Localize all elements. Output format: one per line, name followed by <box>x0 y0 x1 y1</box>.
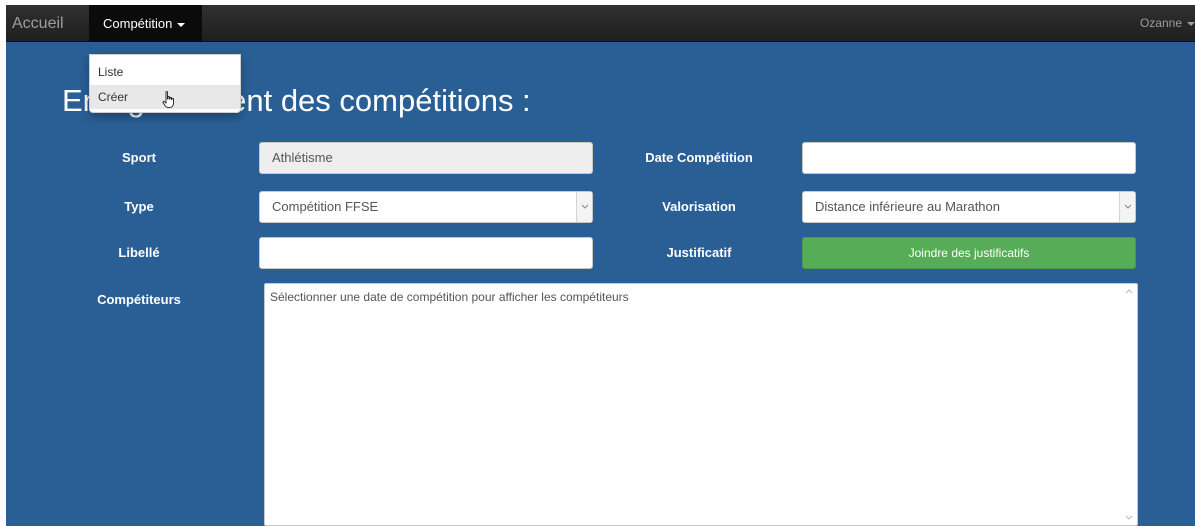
navbar: Accueil Compétition Ozanne <box>6 5 1195 42</box>
libelle-input[interactable] <box>259 237 593 269</box>
app-window: Accueil Compétition Ozanne Enregistremen… <box>6 5 1195 526</box>
competiteurs-placeholder: Sélectionner une date de compétition pou… <box>270 290 629 304</box>
type-label: Type <box>124 199 154 214</box>
user-menu[interactable]: Ozanne <box>1140 5 1195 42</box>
user-name: Ozanne <box>1139 16 1182 30</box>
scroll-up-icon[interactable] <box>1125 289 1133 294</box>
dropdown-item-creer[interactable]: Créer <box>90 85 240 109</box>
hand-cursor-icon <box>162 91 174 108</box>
competiteurs-label: Compétiteurs <box>97 292 181 307</box>
dropdown-item-liste[interactable]: Liste <box>90 60 240 84</box>
nav-competition-menu[interactable]: Compétition <box>89 5 202 42</box>
date-competition-input[interactable] <box>802 142 1136 174</box>
caret-down-icon <box>177 22 186 27</box>
attach-justificatifs-button[interactable]: Joindre des justificatifs <box>802 237 1136 269</box>
chevron-down-icon <box>1119 192 1135 222</box>
valorisation-value: Distance inférieure au Marathon <box>815 199 1000 214</box>
sport-field: Athlétisme <box>259 142 593 174</box>
justificatif-label: Justificatif <box>666 245 732 260</box>
nav-competition-label: Compétition <box>103 16 173 31</box>
type-value: Compétition FFSE <box>272 199 379 214</box>
competiteurs-textarea[interactable]: Sélectionner une date de compétition pou… <box>264 283 1138 526</box>
competition-dropdown-menu: Liste Créer <box>89 54 241 113</box>
chevron-down-icon <box>576 192 592 222</box>
valorisation-label: Valorisation <box>662 199 736 214</box>
sport-value: Athlétisme <box>272 150 333 165</box>
type-select[interactable]: Compétition FFSE <box>259 191 593 223</box>
dropdown-item-creer-label: Créer <box>98 90 129 104</box>
valorisation-select[interactable]: Distance inférieure au Marathon <box>802 191 1136 223</box>
scroll-down-icon[interactable] <box>1125 515 1133 520</box>
caret-down-icon <box>1187 21 1195 26</box>
date-competition-label: Date Compétition <box>645 150 753 165</box>
brand-link[interactable]: Accueil <box>12 5 64 42</box>
sport-label: Sport <box>122 150 156 165</box>
libelle-label: Libellé <box>118 245 160 260</box>
